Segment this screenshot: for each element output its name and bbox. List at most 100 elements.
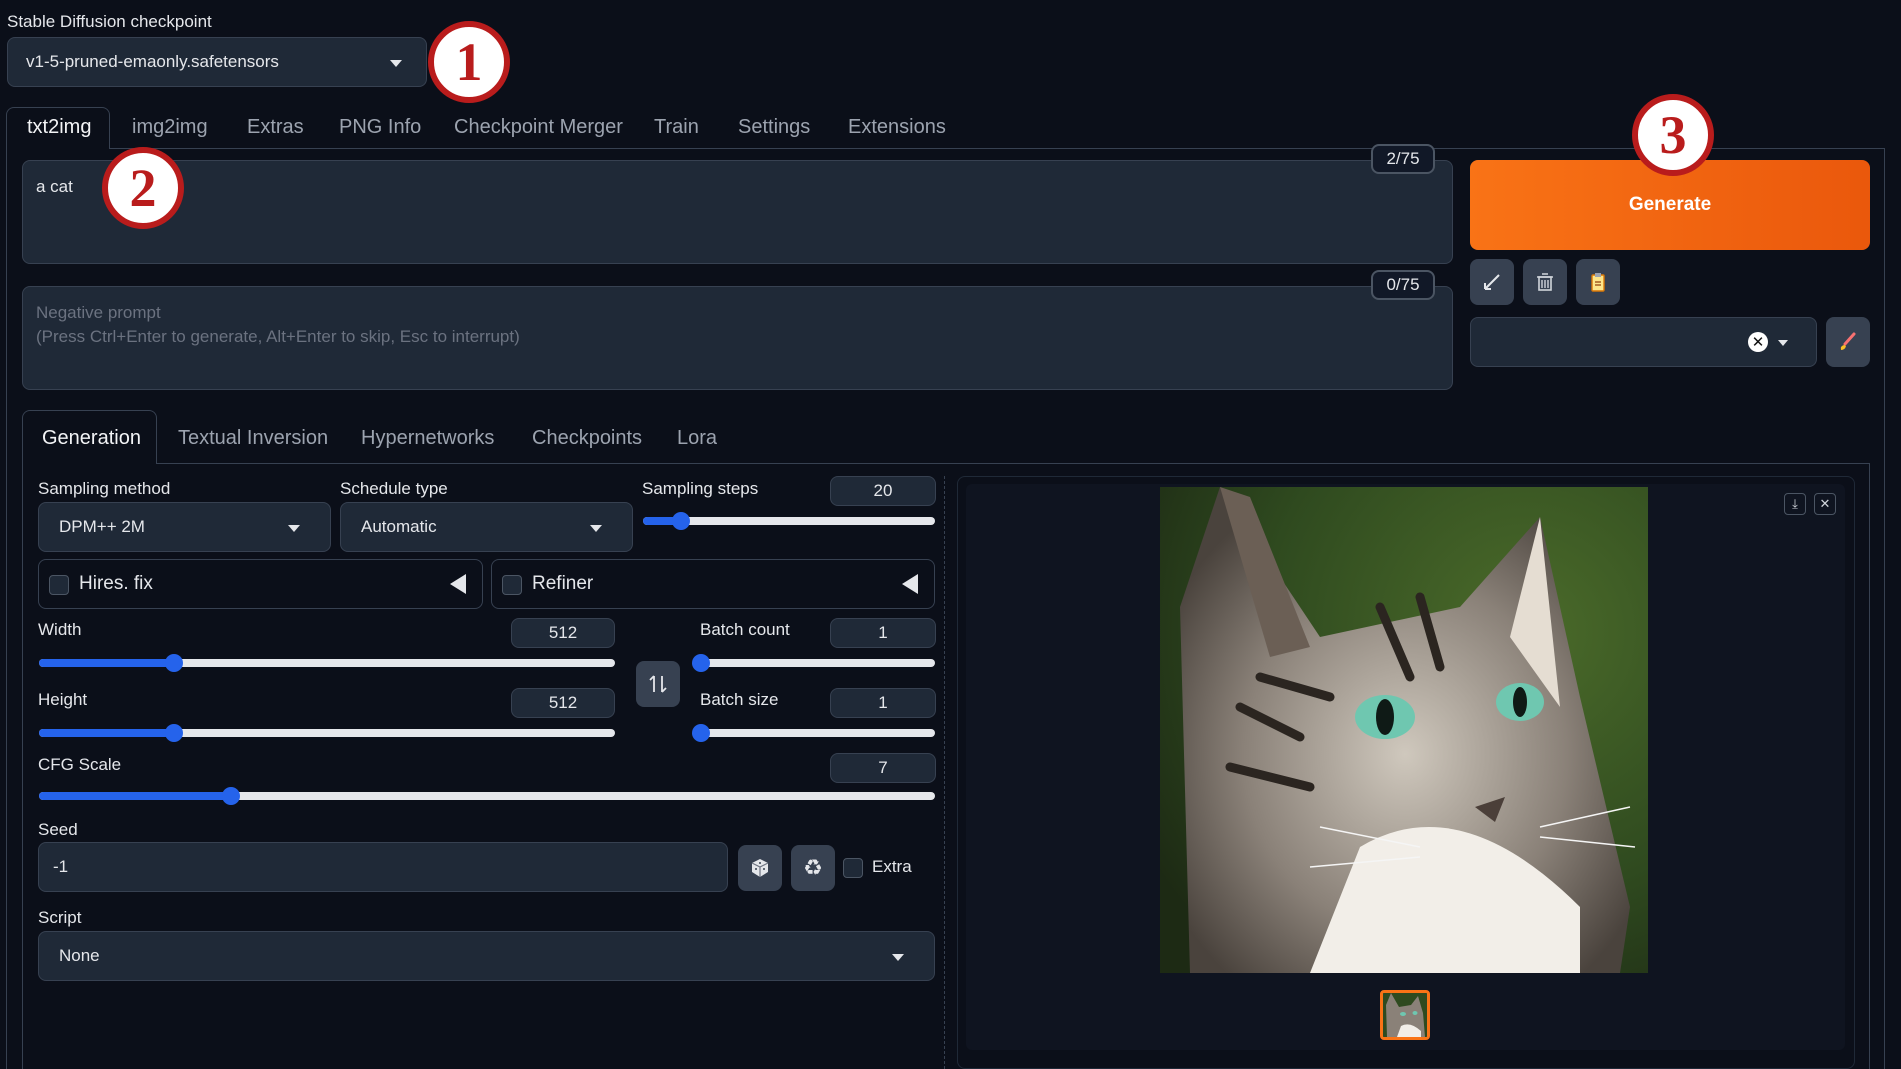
schedule-type-label: Schedule type xyxy=(340,479,448,498)
negative-prompt-token-counter: 0/75 xyxy=(1371,270,1435,300)
styles-dropdown[interactable]: ✕ xyxy=(1470,317,1817,367)
cfg-scale-input[interactable]: 7 xyxy=(830,753,936,783)
width-input[interactable]: 512 xyxy=(511,618,615,648)
tab-checkpoint-merger[interactable]: Checkpoint Merger xyxy=(454,116,623,139)
cfg-scale-slider[interactable] xyxy=(39,787,935,805)
checkpoint-label: Stable Diffusion checkpoint xyxy=(7,12,212,31)
recycle-icon: ♻ xyxy=(803,855,823,880)
checkpoint-select[interactable]: v1-5-pruned-emaonly.safetensors xyxy=(7,37,427,87)
tab-generation[interactable]: Generation xyxy=(42,427,141,450)
batch-size-label: Batch size xyxy=(700,690,779,709)
hires-fix-label: Hires. fix xyxy=(79,573,153,594)
collapse-arrow-icon[interactable] xyxy=(902,574,918,594)
tab-hypernetworks[interactable]: Hypernetworks xyxy=(361,427,494,450)
arrow-diagonal-icon xyxy=(1484,274,1500,290)
sampling-steps-label: Sampling steps xyxy=(642,479,759,498)
seed-label: Seed xyxy=(38,820,78,839)
sampling-method-label: Sampling method xyxy=(38,479,171,498)
sampling-method-select[interactable]: DPM++ 2M xyxy=(38,502,331,552)
checkpoint-value: v1-5-pruned-emaonly.safetensors xyxy=(26,52,279,71)
slider-fill xyxy=(39,659,175,667)
chevron-down-icon xyxy=(590,525,602,532)
slider-fill xyxy=(39,729,175,737)
download-icon[interactable]: ⤓ xyxy=(1784,493,1806,515)
slider-handle[interactable] xyxy=(692,654,710,672)
gallery-thumbnail[interactable] xyxy=(1380,990,1430,1040)
annotation-badge-2: 2 xyxy=(102,147,184,229)
batch-count-label: Batch count xyxy=(700,620,790,639)
read-params-button[interactable] xyxy=(1470,259,1514,305)
collapse-arrow-icon[interactable] xyxy=(450,574,466,594)
brush-icon xyxy=(1840,332,1856,350)
random-seed-button[interactable] xyxy=(738,845,782,891)
generated-image[interactable] xyxy=(1160,487,1648,973)
script-value: None xyxy=(59,946,100,965)
tab-extensions[interactable]: Extensions xyxy=(848,116,946,139)
tab-settings[interactable]: Settings xyxy=(738,116,810,139)
tab-train[interactable]: Train xyxy=(654,116,699,139)
clipboard-icon xyxy=(1591,273,1605,292)
sampling-steps-input[interactable]: 20 xyxy=(830,476,936,506)
annotation-badge-1: 1 xyxy=(428,21,510,103)
swap-arrows-icon xyxy=(649,675,667,693)
hires-fix-checkbox[interactable] xyxy=(49,575,69,595)
prompt-value: a cat xyxy=(36,177,73,196)
seed-value: -1 xyxy=(53,857,69,876)
width-slider[interactable] xyxy=(39,654,615,672)
refiner-label: Refiner xyxy=(532,573,594,594)
sampling-steps-slider[interactable] xyxy=(643,512,935,530)
height-label: Height xyxy=(38,690,88,709)
close-icon[interactable]: ✕ xyxy=(1814,493,1836,515)
refiner-accordion[interactable]: Refiner xyxy=(491,559,935,609)
batch-count-input[interactable]: 1 xyxy=(830,618,936,648)
negative-prompt-textarea[interactable]: Negative prompt (Press Ctrl+Enter to gen… xyxy=(22,286,1453,390)
cat-image xyxy=(1160,487,1648,973)
reuse-seed-button[interactable]: ♻ xyxy=(791,845,835,891)
tab-textual-inversion[interactable]: Textual Inversion xyxy=(178,427,328,450)
extra-seed-label: Extra xyxy=(872,857,912,876)
seed-input[interactable]: -1 xyxy=(38,842,728,892)
edit-styles-button[interactable] xyxy=(1826,317,1870,367)
dice-icon xyxy=(751,859,769,877)
column-divider xyxy=(944,476,945,1069)
negative-prompt-placeholder-1: Negative prompt xyxy=(36,303,161,322)
cfg-scale-label: CFG Scale xyxy=(38,755,122,774)
chevron-down-icon xyxy=(390,60,402,67)
chevron-down-icon xyxy=(1778,340,1788,346)
slider-handle[interactable] xyxy=(671,512,690,530)
extra-seed-checkbox[interactable] xyxy=(843,858,863,878)
trash-icon xyxy=(1537,273,1553,291)
hires-fix-accordion[interactable]: Hires. fix xyxy=(38,559,483,609)
slider-fill xyxy=(39,792,231,800)
annotation-badge-3: 3 xyxy=(1632,94,1714,176)
refiner-checkbox[interactable] xyxy=(502,575,522,595)
chevron-down-icon xyxy=(892,954,904,961)
schedule-type-value: Automatic xyxy=(361,517,437,536)
tab-extras[interactable]: Extras xyxy=(247,116,304,139)
height-input[interactable]: 512 xyxy=(511,688,615,718)
batch-size-slider[interactable] xyxy=(692,724,935,742)
batch-count-slider[interactable] xyxy=(692,654,935,672)
chevron-down-icon xyxy=(288,525,300,532)
schedule-type-select[interactable]: Automatic xyxy=(340,502,633,552)
tab-img2img[interactable]: img2img xyxy=(132,116,208,139)
clear-prompt-button[interactable] xyxy=(1523,259,1567,305)
sampling-method-value: DPM++ 2M xyxy=(59,517,145,536)
tab-lora[interactable]: Lora xyxy=(677,427,717,450)
batch-size-input[interactable]: 1 xyxy=(830,688,936,718)
script-label: Script xyxy=(38,908,82,927)
tab-png-info[interactable]: PNG Info xyxy=(339,116,421,139)
tab-checkpoints[interactable]: Checkpoints xyxy=(532,427,642,450)
slider-handle[interactable] xyxy=(692,724,710,742)
script-select[interactable]: None xyxy=(38,931,935,981)
prompt-token-counter: 2/75 xyxy=(1371,144,1435,174)
prompt-textarea[interactable]: a cat xyxy=(22,160,1453,264)
negative-prompt-placeholder-2: (Press Ctrl+Enter to generate, Alt+Enter… xyxy=(36,327,520,346)
tab-txt2img[interactable]: txt2img xyxy=(27,116,91,139)
apply-styles-button[interactable] xyxy=(1576,259,1620,305)
slider-handle[interactable] xyxy=(221,787,240,805)
cat-thumbnail-image xyxy=(1383,993,1427,1037)
clear-x-icon[interactable]: ✕ xyxy=(1748,332,1768,352)
height-slider[interactable] xyxy=(39,724,615,742)
swap-dimensions-button[interactable] xyxy=(636,661,680,707)
